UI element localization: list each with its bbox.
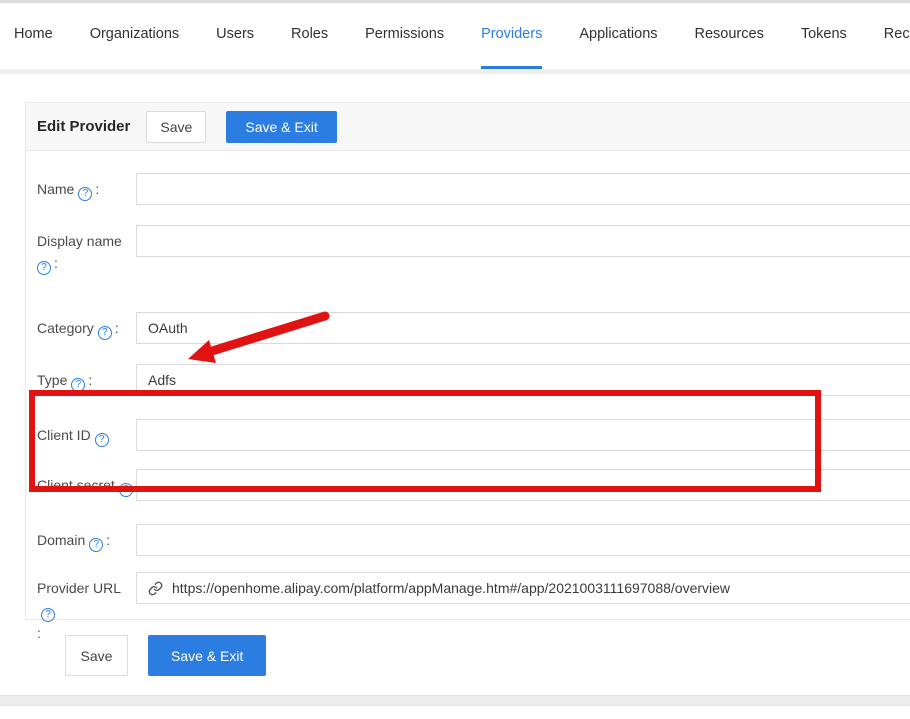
- nav-item-tokens[interactable]: Tokens: [801, 3, 847, 69]
- domain-label-text: Domain: [37, 532, 85, 548]
- field-row-name: Name?:: [37, 173, 910, 205]
- type-select[interactable]: [136, 364, 910, 396]
- link-icon: [148, 581, 163, 596]
- client-id-input[interactable]: [136, 419, 910, 451]
- field-row-type: Type?:: [37, 364, 910, 396]
- type-label-text: Type: [37, 372, 67, 388]
- nav-item-permissions[interactable]: Permissions: [365, 3, 444, 69]
- category-label-text: Category: [37, 320, 94, 336]
- main-nav: Home Organizations Users Roles Permissio…: [0, 3, 910, 69]
- domain-label: Domain?:: [37, 524, 136, 556]
- field-row-category: Category?:: [37, 312, 910, 344]
- nav-item-applications[interactable]: Applications: [579, 3, 657, 69]
- client-secret-label: Client secret?: [37, 469, 136, 501]
- client-secret-label-text: Client secret: [37, 477, 115, 493]
- colon: :: [95, 181, 99, 197]
- category-select[interactable]: [136, 312, 910, 344]
- field-row-client-id: Client ID?: [37, 419, 910, 451]
- provider-url-label: Provider URL? :: [37, 572, 136, 644]
- help-icon[interactable]: ?: [119, 483, 133, 497]
- page-bottom-divider: [0, 695, 910, 706]
- help-icon[interactable]: ?: [95, 433, 109, 447]
- nav-item-providers[interactable]: Providers: [481, 3, 542, 69]
- edit-provider-card: Edit Provider Save Save & Exit Name?: Di…: [25, 102, 910, 620]
- help-icon[interactable]: ?: [89, 538, 103, 552]
- provider-url-input[interactable]: https://openhome.alipay.com/platform/app…: [136, 572, 910, 604]
- category-label: Category?:: [37, 312, 136, 344]
- name-label: Name?:: [37, 173, 136, 205]
- provider-url-value: https://openhome.alipay.com/platform/app…: [172, 580, 730, 596]
- save-button-top[interactable]: Save: [146, 111, 206, 143]
- colon: :: [54, 255, 58, 271]
- help-icon[interactable]: ?: [98, 326, 112, 340]
- colon: :: [106, 532, 110, 548]
- display-name-input[interactable]: [136, 225, 910, 257]
- page-title: Edit Provider: [37, 118, 130, 135]
- save-exit-button-top[interactable]: Save & Exit: [226, 111, 336, 143]
- colon: :: [115, 320, 119, 336]
- help-icon[interactable]: ?: [41, 608, 55, 622]
- name-label-text: Name: [37, 181, 74, 197]
- nav-divider: [0, 69, 910, 74]
- field-row-client-secret: Client secret?: [37, 469, 910, 501]
- nav-item-home[interactable]: Home: [14, 3, 53, 69]
- field-row-display-name: Display name ?:: [37, 225, 910, 275]
- domain-input[interactable]: [136, 524, 910, 556]
- nav-item-records[interactable]: Records: [884, 3, 910, 69]
- save-exit-button-bottom[interactable]: Save & Exit: [148, 635, 266, 676]
- type-label: Type?:: [37, 364, 136, 396]
- display-name-label: Display name ?:: [37, 225, 136, 275]
- colon: :: [37, 625, 41, 641]
- save-button-bottom[interactable]: Save: [65, 635, 128, 676]
- card-header: Edit Provider Save Save & Exit: [26, 103, 910, 151]
- nav-item-roles[interactable]: Roles: [291, 3, 328, 69]
- field-row-domain: Domain?:: [37, 524, 910, 556]
- name-input[interactable]: [136, 173, 910, 205]
- nav-item-resources[interactable]: Resources: [695, 3, 764, 69]
- footer-actions: Save Save & Exit: [65, 635, 266, 676]
- provider-url-label-text: Provider URL: [37, 580, 121, 596]
- client-secret-input[interactable]: [136, 469, 910, 501]
- colon: :: [88, 372, 92, 388]
- client-id-label-text: Client ID: [37, 427, 91, 443]
- display-name-label-text: Display name: [37, 233, 122, 249]
- nav-item-organizations[interactable]: Organizations: [90, 3, 179, 69]
- client-id-label: Client ID?: [37, 419, 136, 451]
- help-icon[interactable]: ?: [71, 378, 85, 392]
- nav-item-users[interactable]: Users: [216, 3, 254, 69]
- provider-form: Name?: Display name ?: Category?: Type?:: [26, 151, 910, 644]
- help-icon[interactable]: ?: [37, 261, 51, 275]
- field-row-provider-url: Provider URL? : https://openhome.alipay.…: [37, 572, 910, 644]
- help-icon[interactable]: ?: [78, 187, 92, 201]
